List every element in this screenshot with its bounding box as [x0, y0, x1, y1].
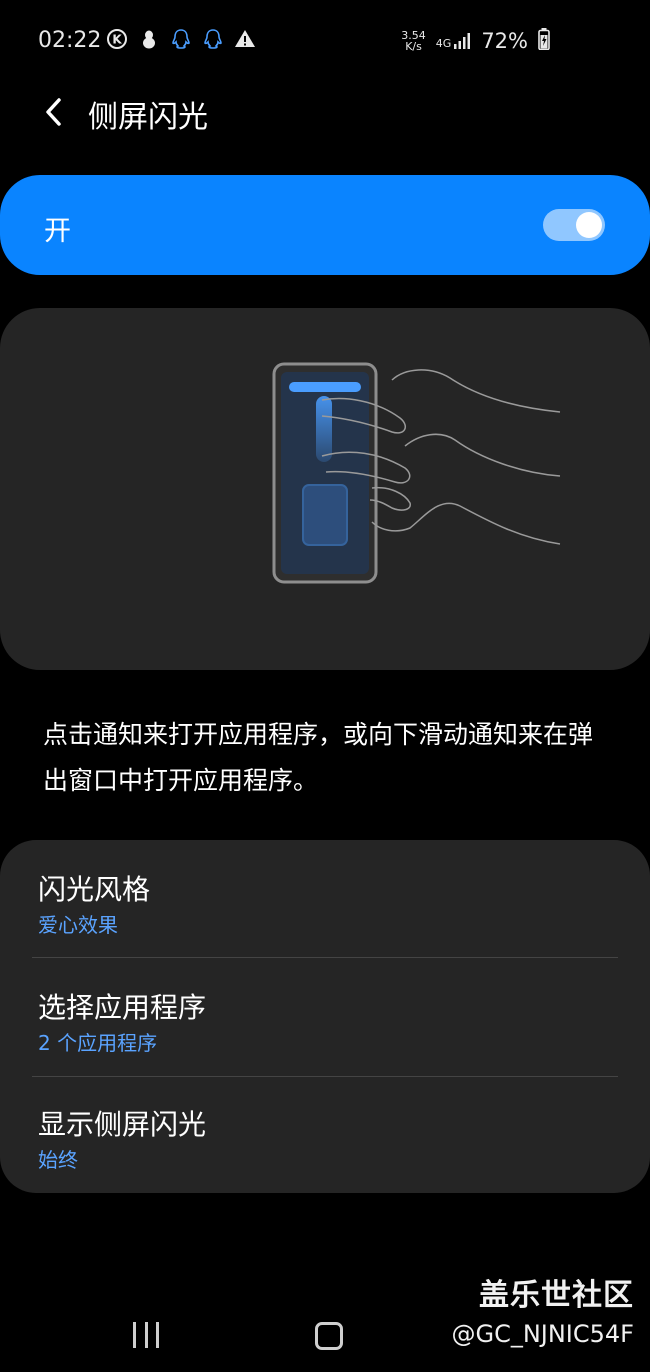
penguin-icon [138, 28, 160, 50]
master-switch-label: 开 [44, 216, 71, 247]
description-text: 点击通知来打开应用程序，或向下滑动通知来在弹出窗口中打开应用程序。 [43, 720, 594, 795]
back-button[interactable] [38, 94, 68, 130]
recent-apps-icon [144, 1322, 148, 1348]
setting-flash-style[interactable]: 闪光风格 爱心效果 [0, 840, 650, 957]
status-time: 02:22 [38, 28, 102, 53]
setting-value: 始终 [38, 1148, 78, 1172]
switch-knob [576, 212, 602, 238]
setting-value: 2 个应用程序 [38, 1031, 158, 1055]
setting-show-edge-lighting[interactable]: 显示侧屏闪光 始终 [0, 1077, 650, 1194]
edge-lighting-illustration [272, 362, 561, 584]
svg-text:K: K [112, 33, 122, 47]
net-speed: 3.54 K/s [401, 30, 426, 52]
recent-apps-button[interactable] [133, 1322, 159, 1348]
navigation-bar [0, 1300, 650, 1372]
net-speed-unit: K/s [405, 40, 422, 53]
header: 侧屏闪光 [0, 80, 650, 150]
setting-title: 闪光风格 [38, 873, 151, 906]
qq-icon [202, 28, 224, 50]
qq-icon [170, 28, 192, 50]
k-circle-icon: K [106, 28, 128, 50]
master-switch-toggle[interactable] [543, 209, 605, 241]
signal-icon [454, 33, 471, 49]
network-type: 4G [435, 37, 452, 50]
battery-charging-icon [538, 28, 550, 54]
setting-value: 爱心效果 [38, 913, 118, 937]
notification-icons: K [106, 28, 256, 50]
master-switch-card[interactable]: 开 [0, 175, 650, 275]
network-indicator: 4G [436, 33, 472, 49]
page-title: 侧屏闪光 [88, 100, 208, 135]
recent-apps-icon [133, 1322, 136, 1348]
battery-level: 72% [481, 29, 528, 53]
setting-title: 选择应用程序 [38, 991, 207, 1024]
settings-list: 闪光风格 爱心效果 选择应用程序 2 个应用程序 显示侧屏闪光 始终 [0, 840, 650, 1193]
recent-apps-icon [156, 1322, 159, 1348]
setting-choose-apps[interactable]: 选择应用程序 2 个应用程序 [0, 958, 650, 1075]
illustration-card [0, 308, 650, 670]
screen: 02:22 K 3.54 K/s 4G 72% 侧屏闪光 开 点击通知来打开应用… [0, 0, 650, 1372]
setting-title: 显示侧屏闪光 [38, 1108, 207, 1141]
chevron-left-icon [46, 98, 61, 126]
status-bar: 02:22 K 3.54 K/s 4G 72% [0, 0, 650, 80]
status-right: 3.54 K/s 4G 72% [401, 28, 550, 54]
home-button[interactable] [315, 1322, 343, 1350]
warning-icon [234, 28, 256, 50]
